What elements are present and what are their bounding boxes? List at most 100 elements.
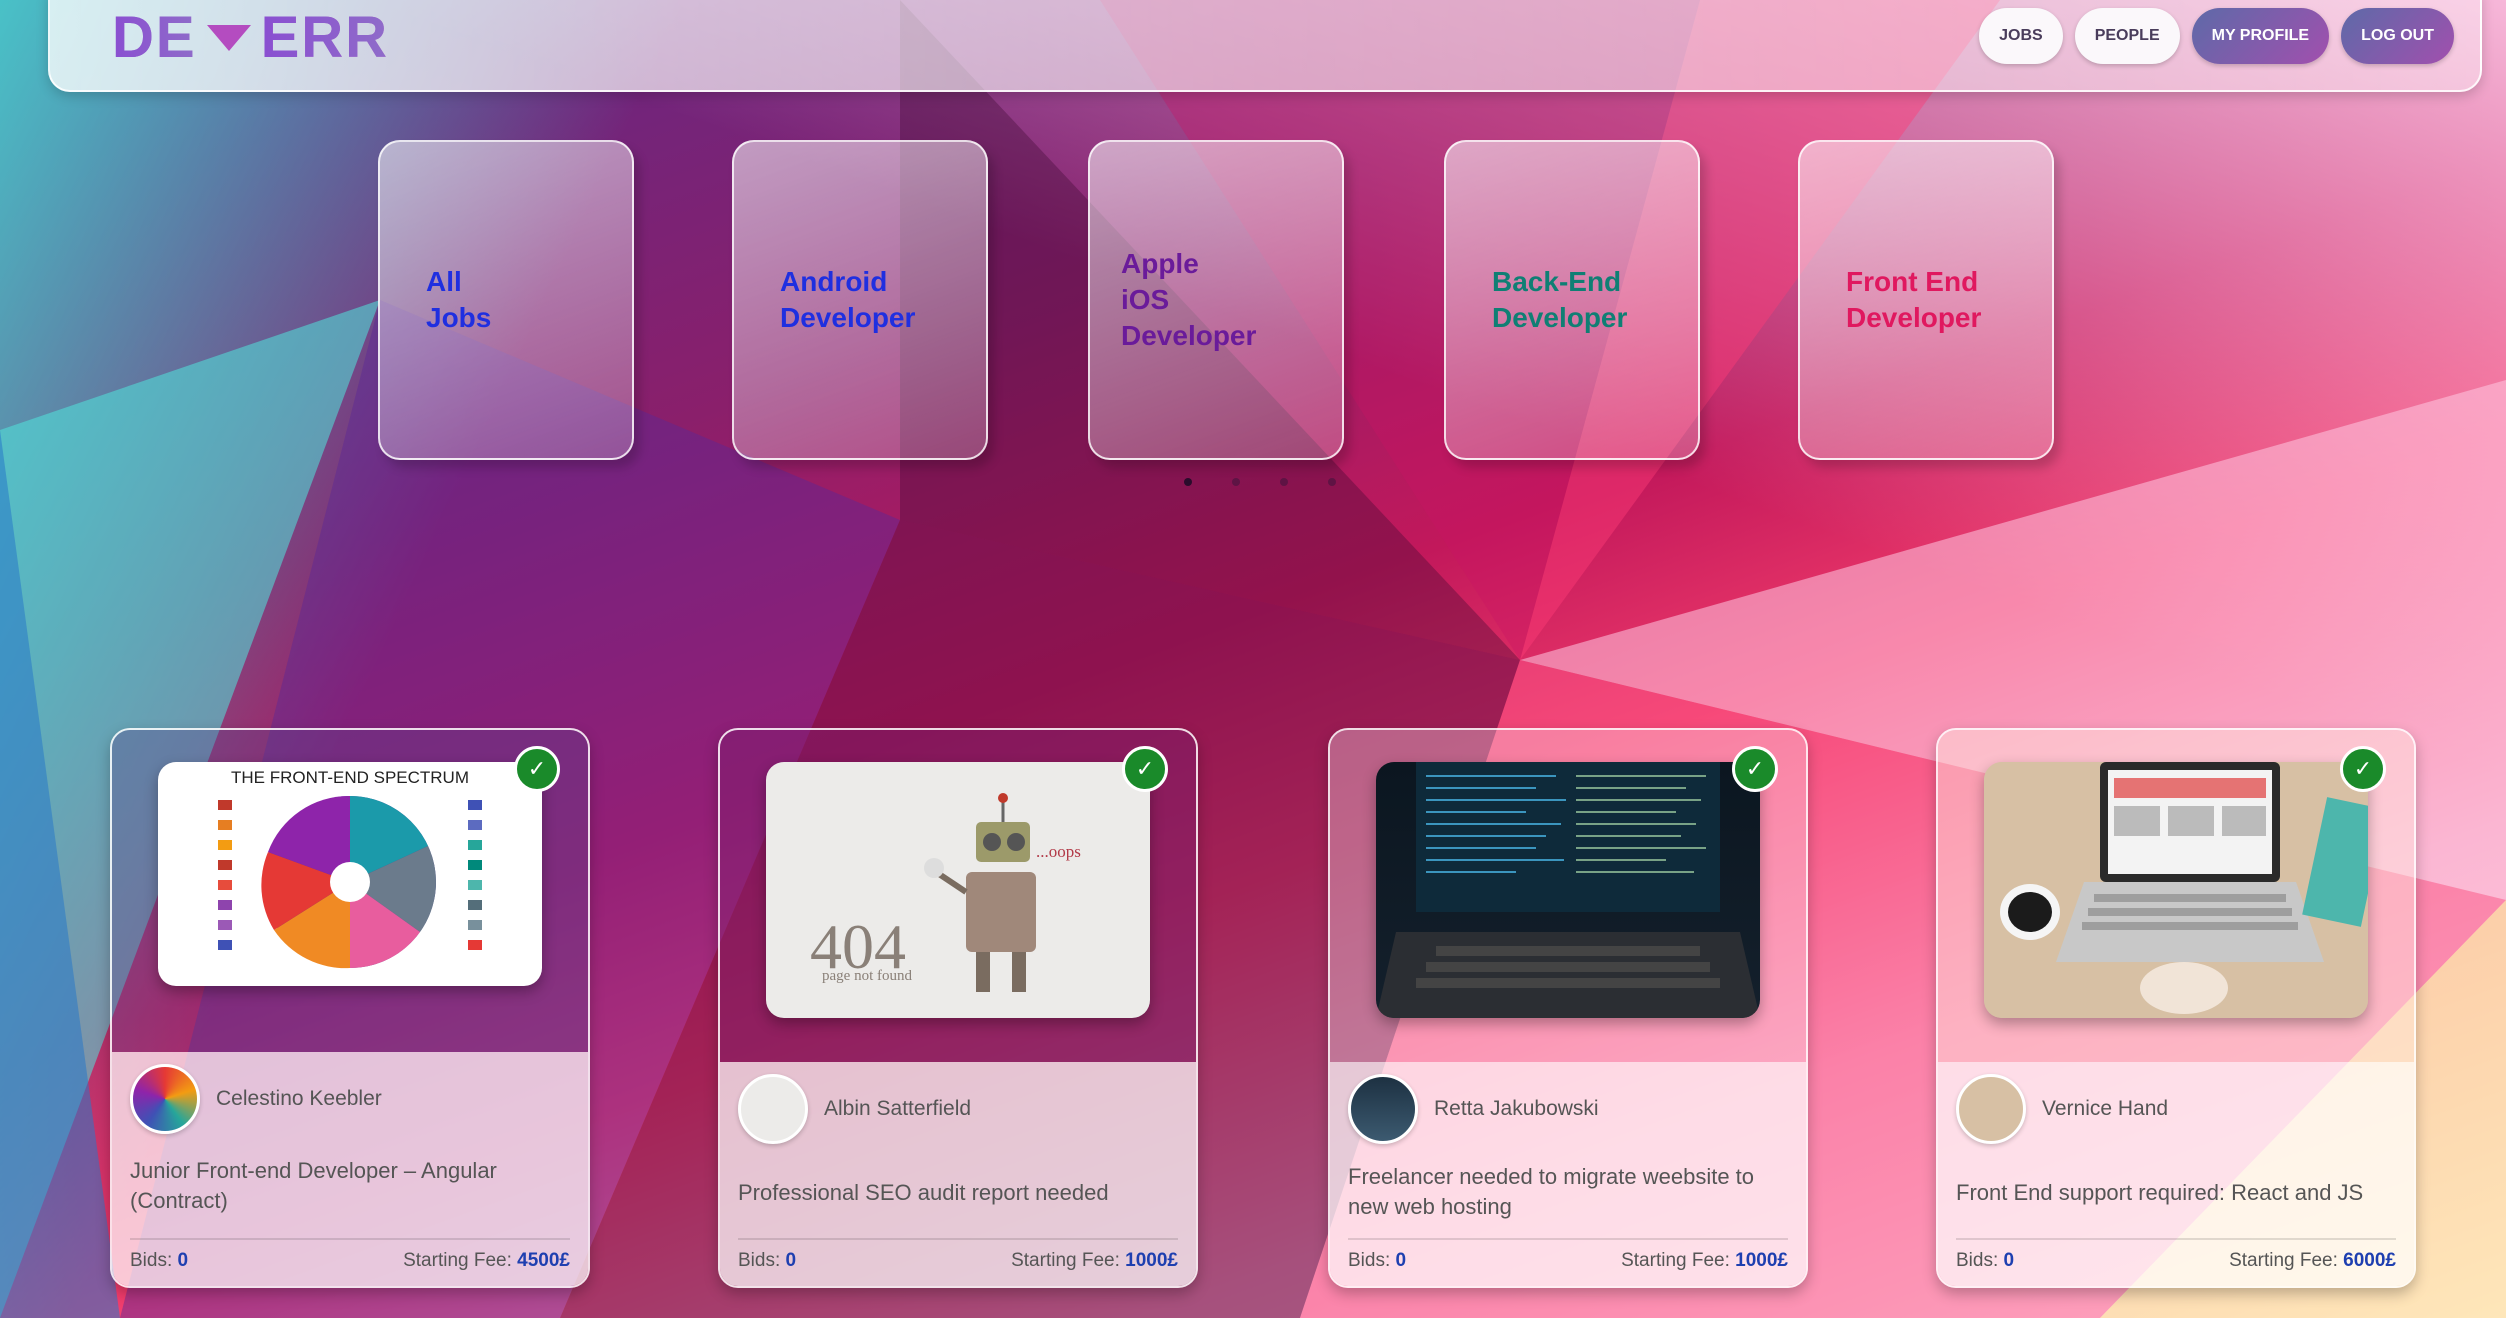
poster-name: Retta Jakubowski [1434, 1097, 1599, 1120]
fee-info: Starting Fee: 1000£ [1621, 1250, 1788, 1272]
top-navbar: DE ERR JOBS PEOPLE MY PROFILE LOG OUT [48, 0, 2482, 92]
fee-label: Starting Fee: [2229, 1250, 2338, 1271]
logo-text-left: DE [112, 5, 197, 70]
category-card-android[interactable]: Android Developer [732, 140, 988, 460]
laptop-code-icon [1376, 762, 1760, 1018]
verified-check-icon: ✓ [1122, 746, 1168, 792]
job-card-media: ✓ [1330, 730, 1806, 1062]
bids-label: Bids: [130, 1250, 173, 1271]
category-card-all-jobs[interactable]: All Jobs [378, 140, 634, 460]
bids-label: Bids: [1956, 1250, 1999, 1271]
job-poster[interactable]: Albin Satterfield [738, 1074, 971, 1144]
category-card-ios[interactable]: Apple iOS Developer [1088, 140, 1344, 460]
bids-value: 0 [177, 1250, 189, 1271]
avatar [1348, 1074, 1418, 1144]
job-card-media: THE FRONT-END SPECTRUM ✓ [112, 730, 588, 1052]
category-label-line1: Back-End [1492, 266, 1622, 297]
brand-logo[interactable]: DE ERR [112, 4, 389, 71]
my-profile-button[interactable]: MY PROFILE [2191, 8, 2330, 64]
category-label: Front End Developer [1846, 264, 2006, 336]
job-card[interactable]: 404 page not found ...oops ✓ Albin Satte… [718, 728, 1198, 1288]
verified-check-icon: ✓ [1732, 746, 1778, 792]
category-card-back-end[interactable]: Back-End Developer [1444, 140, 1700, 460]
carousel-dot[interactable] [1280, 478, 1288, 486]
bids-info: Bids: 0 [130, 1250, 188, 1272]
category-label-line2: Developer [780, 302, 916, 333]
job-card[interactable]: THE FRONT-END SPECTRUM ✓ Celestino Keebl… [110, 728, 590, 1288]
avatar [738, 1074, 808, 1144]
carousel-dots [1184, 478, 1336, 486]
fee-info: Starting Fee: 4500£ [403, 1250, 570, 1272]
job-title[interactable]: Junior Front-end Developer – Angular (Co… [130, 1156, 560, 1216]
job-card-body: Vernice Hand Front End support required:… [1938, 1062, 2414, 1286]
category-card-front-end[interactable]: Front End Developer [1798, 140, 2054, 460]
job-meta: Bids: 0 Starting Fee: 4500£ [130, 1238, 570, 1272]
job-meta: Bids: 0 Starting Fee: 1000£ [1348, 1238, 1788, 1272]
fee-value: 1000£ [1125, 1250, 1178, 1271]
category-label-line2: Jobs [426, 302, 492, 333]
people-button[interactable]: PEOPLE [2074, 8, 2180, 64]
fee-value: 6000£ [2343, 1250, 2396, 1271]
bids-label: Bids: [738, 1250, 781, 1271]
job-image: THE FRONT-END SPECTRUM [158, 762, 542, 986]
job-title[interactable]: Front End support required: React and JS [1956, 1178, 2386, 1208]
bids-value: 0 [1395, 1250, 1407, 1271]
poster-name: Celestino Keebler [216, 1087, 382, 1110]
bids-info: Bids: 0 [1956, 1250, 2014, 1272]
bids-value: 0 [785, 1250, 797, 1271]
fee-value: 1000£ [1735, 1250, 1788, 1271]
job-card-body: Celestino Keebler Junior Front-end Devel… [112, 1052, 588, 1286]
nav-buttons: JOBS PEOPLE MY PROFILE LOG OUT [1979, 8, 2454, 64]
category-label-line2: Developer [1846, 302, 1982, 333]
robot-icon [924, 793, 1036, 992]
category-label-line2: iOS Developer [1121, 284, 1257, 351]
fee-value: 4500£ [517, 1250, 570, 1271]
spectrum-wheel-icon [218, 795, 482, 969]
logo-triangle-icon [206, 24, 251, 51]
category-label: Back-End Developer [1492, 264, 1652, 336]
fee-info: Starting Fee: 1000£ [1011, 1250, 1178, 1272]
poster-name: Albin Satterfield [824, 1097, 972, 1120]
fee-label: Starting Fee: [1621, 1250, 1730, 1271]
job-image: 404 page not found ...oops [766, 762, 1150, 1018]
log-out-button[interactable]: LOG OUT [2341, 8, 2454, 64]
carousel-dot[interactable] [1232, 478, 1240, 486]
bids-value: 0 [2003, 1250, 2015, 1271]
bids-label: Bids: [1348, 1250, 1391, 1271]
avatar [1956, 1074, 2026, 1144]
job-card-body: Albin Satterfield Professional SEO audit… [720, 1062, 1196, 1286]
job-card[interactable]: ✓ Retta Jakubowski Freelancer needed to … [1328, 728, 1808, 1288]
avatar [130, 1064, 200, 1134]
job-title[interactable]: Professional SEO audit report needed [738, 1178, 1168, 1208]
job-image [1984, 762, 2368, 1018]
job-title[interactable]: Freelancer needed to migrate weebsite to… [1348, 1162, 1778, 1222]
logo-text-right: ERR [260, 5, 390, 70]
job-card-body: Retta Jakubowski Freelancer needed to mi… [1330, 1062, 1806, 1286]
category-label-line1: All [426, 266, 462, 297]
job-card-media: 404 page not found ...oops ✓ [720, 730, 1196, 1062]
fee-info: Starting Fee: 6000£ [2229, 1250, 2396, 1272]
poster-name: Vernice Hand [2042, 1097, 2169, 1120]
bids-info: Bids: 0 [1348, 1250, 1406, 1272]
category-label: Android Developer [780, 264, 940, 336]
job-card[interactable]: ✓ Vernice Hand Front End support require… [1936, 728, 2416, 1288]
fee-label: Starting Fee: [1011, 1250, 1120, 1271]
category-label: All Jobs [426, 264, 586, 336]
job-poster[interactable]: Celestino Keebler [130, 1064, 382, 1134]
job-meta: Bids: 0 Starting Fee: 1000£ [738, 1238, 1178, 1272]
category-label-line1: Apple [1121, 248, 1199, 279]
fee-label: Starting Fee: [403, 1250, 512, 1271]
job-poster[interactable]: Retta Jakubowski [1348, 1074, 1599, 1144]
job-meta: Bids: 0 Starting Fee: 6000£ [1956, 1238, 2396, 1272]
category-label: Apple iOS Developer [1121, 246, 1311, 354]
carousel-dot[interactable] [1184, 478, 1192, 486]
jobs-button[interactable]: JOBS [1979, 8, 2063, 64]
carousel-dot[interactable] [1328, 478, 1336, 486]
verified-check-icon: ✓ [514, 746, 560, 792]
job-card-media: ✓ [1938, 730, 2414, 1062]
verified-check-icon: ✓ [2340, 746, 2386, 792]
job-poster[interactable]: Vernice Hand [1956, 1074, 2168, 1144]
job-image [1376, 762, 1760, 1018]
bids-info: Bids: 0 [738, 1250, 796, 1272]
category-label-line2: Developer [1492, 302, 1628, 333]
